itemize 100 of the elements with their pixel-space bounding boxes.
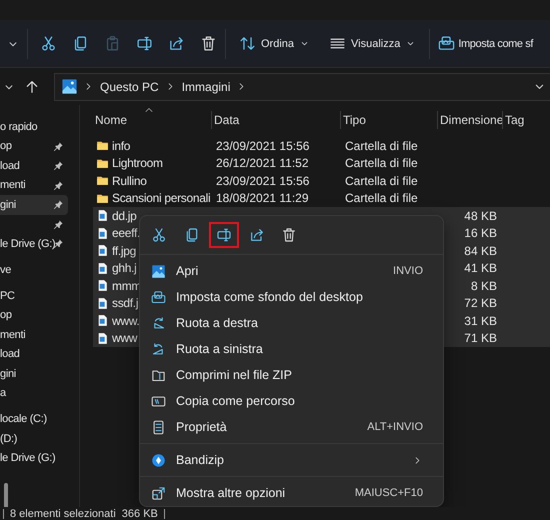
set-wallpaper-button[interactable]: Imposta come sf: [434, 31, 534, 56]
size-cell: 71 KB: [464, 331, 497, 346]
menu-item[interactable]: Mostra altre opzioni MAIUSC+F10: [140, 480, 443, 506]
file-row[interactable]: Scansioni personali 18/08/2021 11:29 Cartella di file: [93, 190, 550, 207]
breadcrumb[interactable]: Questo PC: [99, 78, 160, 96]
menu-item[interactable]: Ruota a destra: [140, 310, 443, 336]
column-header[interactable]: Nome: [93, 111, 211, 129]
date-cell: 23/09/2021 15:56: [216, 174, 310, 188]
pin-icon: [53, 199, 64, 210]
nav-item[interactable]: o rapido: [0, 117, 68, 136]
image-file-icon: [96, 296, 109, 310]
file-name: www: [112, 331, 138, 346]
pin-icon: [53, 238, 64, 250]
rotate-right-icon: [151, 316, 166, 330]
size-cell: 31 KB: [464, 314, 497, 328]
date-cell: 26/12/2021 11:52: [216, 156, 309, 170]
menu-item[interactable]: Ruota a sinistra: [140, 336, 443, 362]
pin-icon: [53, 180, 64, 191]
trash-icon: [200, 35, 216, 52]
nav-item[interactable]: le Drive (G:): [0, 234, 68, 254]
up-arrow-icon: [24, 78, 40, 94]
rename-icon: [216, 227, 232, 243]
share-icon: [248, 227, 264, 243]
address-bar[interactable]: Questo PC Immagini: [54, 72, 550, 100]
image-file-icon: [96, 244, 109, 258]
zip-folder-icon: [151, 368, 166, 382]
image-file-icon: [96, 332, 109, 345]
menu-item[interactable]: Bandizip: [140, 447, 443, 473]
sort-button[interactable]: Ordina: [235, 31, 314, 56]
size-cell: 48 KB: [464, 208, 497, 223]
pin-icon: [53, 160, 64, 172]
file-name: dd.jp: [112, 208, 137, 223]
nav-item[interactable]: (D:): [0, 429, 68, 448]
date-cell: 18/08/2021 11:29: [216, 191, 309, 206]
type-cell: Cartella di file: [345, 174, 418, 188]
nav-item[interactable]: load: [0, 344, 68, 364]
file-row[interactable]: Rullino 23/09/2021 15:56 Cartella di file: [93, 172, 550, 190]
menu-item[interactable]: Imposta come sfondo del desktop: [140, 284, 443, 310]
menu-item[interactable]: Comprimi nel file ZIP: [140, 362, 443, 388]
nav-item[interactable]: op: [0, 136, 68, 156]
file-name: Lightroom: [112, 156, 163, 170]
breadcrumb[interactable]: Immagini: [180, 78, 232, 96]
monitor-picture-icon: [151, 290, 166, 304]
type-cell: Cartella di file: [345, 138, 418, 153]
nav-item[interactable]: gini: [0, 195, 68, 214]
file-name: ff.jpg: [112, 244, 136, 258]
menu-item[interactable]: Copia come percorso: [140, 388, 443, 414]
path-icon: [151, 394, 166, 408]
size-cell: 16 KB: [464, 226, 497, 240]
share-icon: [168, 35, 184, 52]
shortcut-label: ALT+INVIO: [367, 421, 423, 433]
file-row[interactable]: Lightroom 26/12/2021 11:52 Cartella di file: [93, 154, 550, 172]
nav-item[interactable]: le Drive (G:): [0, 448, 68, 468]
file-name: Rullino: [112, 174, 147, 188]
scissors-icon: [151, 227, 167, 243]
column-header[interactable]: Tag: [502, 111, 550, 129]
properties-icon: [151, 420, 166, 434]
sort-icon: [239, 35, 256, 52]
rename-button[interactable]: [209, 222, 239, 248]
file-name: info: [112, 138, 130, 153]
rename-icon: [136, 35, 152, 52]
picture-icon: [61, 78, 78, 95]
menu-item[interactable]: Proprietà ALT+INVIO: [140, 414, 443, 440]
menu-item[interactable]: Apri INVIO: [140, 258, 443, 284]
nav-item[interactable]: gini: [0, 364, 68, 384]
nav-item[interactable]: a: [0, 384, 68, 403]
file-name: www.: [112, 314, 140, 328]
bandizip-icon: [151, 452, 166, 468]
view-button[interactable]: Visualizza: [325, 31, 420, 56]
nav-item[interactable]: op: [0, 306, 68, 325]
pin-icon: [53, 218, 64, 230]
more-options-icon: [151, 486, 166, 500]
nav-item[interactable]: menti: [0, 176, 68, 195]
image-file-icon: [96, 262, 109, 275]
picture-icon: [151, 264, 166, 278]
file-name: Scansioni personali: [112, 191, 210, 206]
column-header[interactable]: Dimensione: [437, 111, 502, 129]
pin-icon: [53, 140, 64, 152]
shortcut-label: MAIUSC+F10: [354, 487, 423, 499]
type-cell: Cartella di file: [345, 191, 418, 206]
file-name: ghh.j: [112, 261, 137, 276]
folder-icon: [96, 156, 109, 170]
selection-size: 366 KB: [122, 508, 158, 520]
shortcut-label: INVIO: [393, 265, 423, 277]
size-cell: 84 KB: [464, 244, 497, 258]
file-row[interactable]: info 23/09/2021 15:56 Cartella di file: [93, 137, 550, 154]
column-header[interactable]: Tipo: [340, 111, 437, 129]
size-cell: 41 KB: [464, 261, 497, 276]
file-name: eeeff.: [112, 226, 140, 240]
nav-item[interactable]: locale (C:): [0, 410, 68, 429]
image-file-icon: [96, 314, 109, 328]
size-cell: 8 KB: [470, 278, 497, 293]
scissors-icon: [40, 35, 56, 52]
nav-item[interactable]: load: [0, 156, 68, 176]
column-header[interactable]: Data: [211, 111, 340, 129]
rotate-left-icon: [151, 342, 166, 356]
nav-item[interactable]: menti: [0, 325, 68, 344]
nav-item[interactable]: ve: [0, 260, 68, 280]
folder-icon: [96, 192, 109, 205]
nav-item[interactable]: PC: [0, 286, 68, 306]
